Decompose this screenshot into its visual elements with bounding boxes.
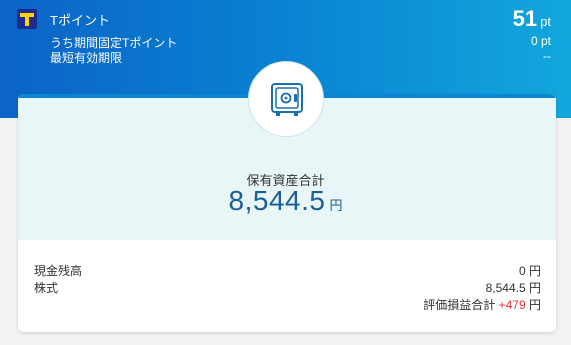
safe-icon [271,83,303,116]
cash-unit: 円 [528,264,541,278]
stock-label: 株式 [34,281,59,295]
gain-row: 評価損益合計 +479 円 [423,296,541,313]
cash-value: 0 [518,264,526,278]
t-point-title: Tポイント [50,13,110,28]
cash-row-value: 0 円 [519,262,541,279]
points-unit: pt [540,14,551,29]
expiry-value: -- [543,49,551,63]
t-point-logo-icon [17,9,37,29]
limited-points-value: 0 pt [530,34,551,48]
stock-row-value: 8,544.5 円 [486,279,541,296]
cash-label: 現金残高 [34,264,83,278]
expiry-label: 最短有効期限 [50,51,123,65]
gain-value: +479 [498,298,526,312]
assets-breakdown-panel [18,240,556,332]
gain-label: 評価損益合計 [423,298,496,312]
points-value: 51 [512,6,538,31]
safe-icon-badge [248,61,324,137]
total-assets-value: 8,544.5 [228,185,326,216]
stock-unit: 円 [528,281,541,295]
points-balance: 51 pt [513,6,551,32]
gain-unit: 円 [528,298,541,312]
total-assets-unit: 円 [329,198,343,213]
total-assets: 8,544.5 円 [0,185,571,217]
stock-value: 8,544.5 [485,281,526,295]
